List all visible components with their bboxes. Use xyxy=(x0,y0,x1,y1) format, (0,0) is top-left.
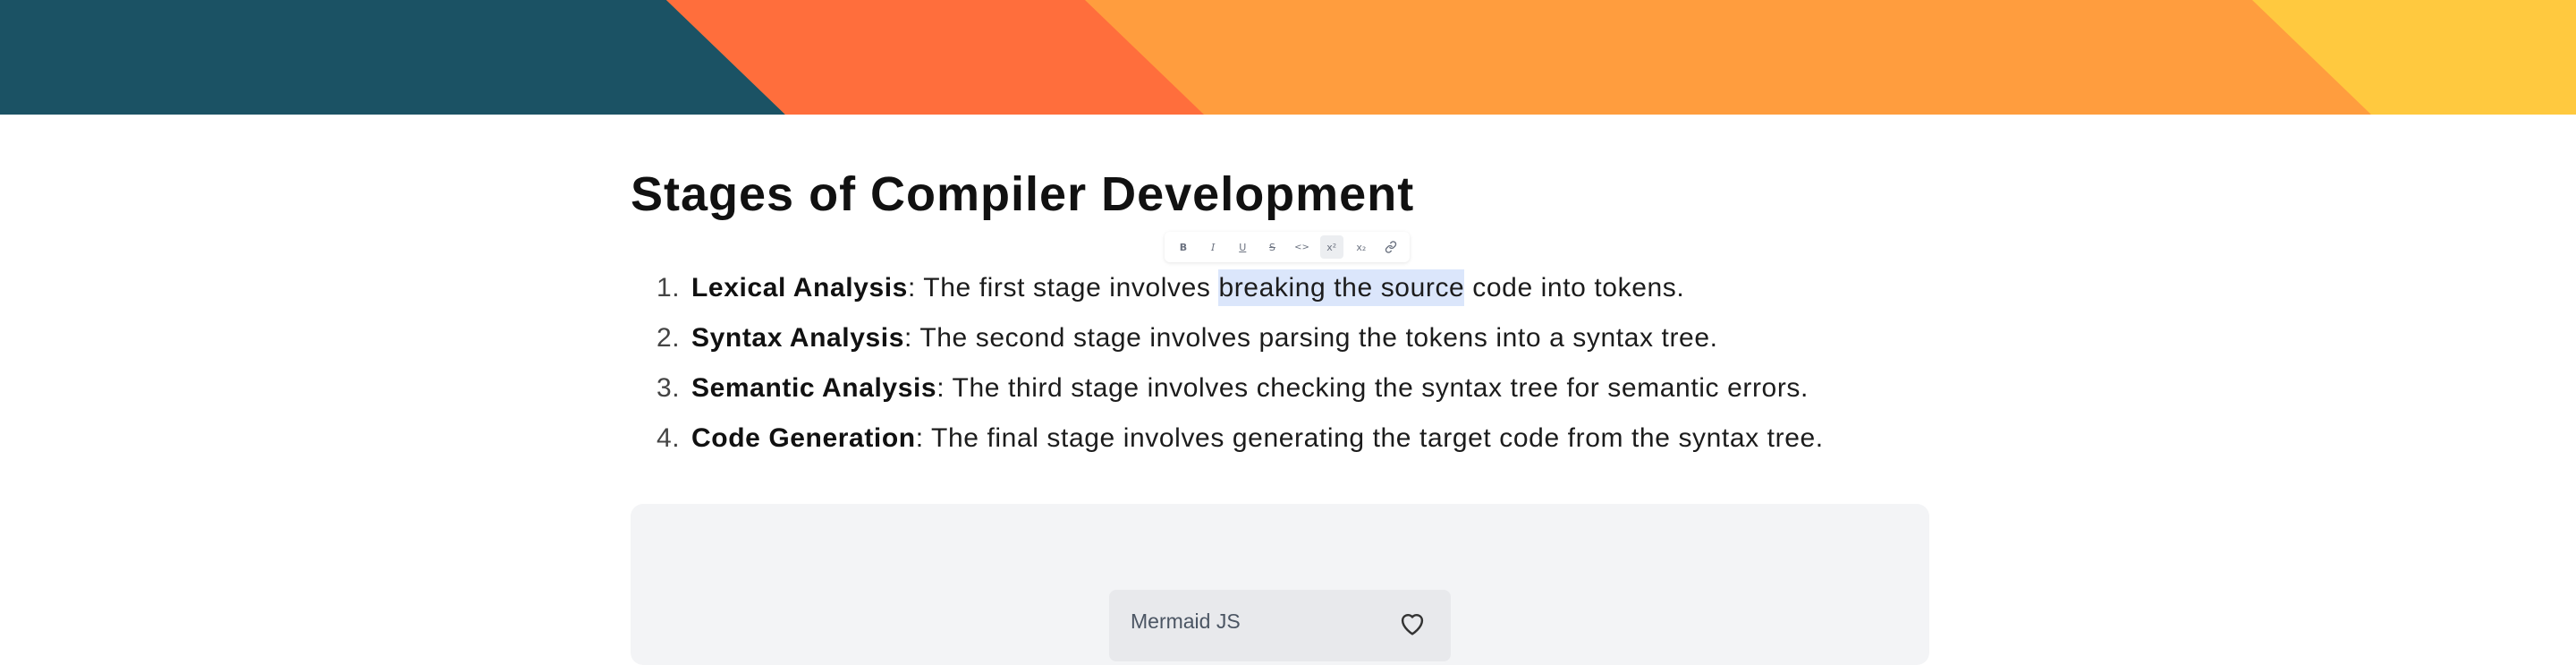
list-item-text[interactable]: Code Generation: The final stage involve… xyxy=(691,415,1824,462)
italic-button[interactable]: I xyxy=(1201,235,1224,259)
subscript-icon: x₂ xyxy=(1356,241,1367,253)
list-item-term: Syntax Analysis xyxy=(691,323,904,353)
code-button[interactable]: <> xyxy=(1291,235,1314,259)
list-item-term: Semantic Analysis xyxy=(691,373,937,403)
list-item-body: : The final stage involves generating th… xyxy=(915,423,1824,453)
diagram-block: Mermaid JS xyxy=(631,504,1929,665)
header-banner xyxy=(0,0,2576,115)
subscript-button[interactable]: x₂ xyxy=(1350,235,1373,259)
banner-graphic xyxy=(0,0,2576,115)
bold-button[interactable]: B xyxy=(1172,235,1195,259)
list-item-term: Code Generation xyxy=(691,423,916,453)
format-toolbar: B I U S <> x² x₂ xyxy=(1165,232,1410,262)
list-item-term: Lexical Analysis xyxy=(691,273,908,303)
page-title[interactable]: Stages of Compiler Development xyxy=(631,166,1414,222)
code-icon: <> xyxy=(1294,242,1309,252)
list-item[interactable]: 2. Syntax Analysis: The second stage inv… xyxy=(631,315,1929,365)
superscript-icon: x² xyxy=(1326,241,1337,253)
selected-text[interactable]: breaking the source xyxy=(1218,269,1465,306)
underline-icon: U xyxy=(1239,241,1247,253)
link-icon xyxy=(1385,241,1397,253)
list-item-text[interactable]: Semantic Analysis: The third stage invol… xyxy=(691,365,1809,412)
italic-icon: I xyxy=(1210,241,1216,253)
stages-list: 1. Lexical Analysis: The first stage inv… xyxy=(631,265,1929,465)
list-item[interactable]: 3. Semantic Analysis: The third stage in… xyxy=(631,365,1929,415)
strikethrough-icon: S xyxy=(1268,241,1275,253)
heart-icon[interactable] xyxy=(1397,610,1428,636)
list-item-text[interactable]: Syntax Analysis: The second stage involv… xyxy=(691,315,1718,362)
bold-icon: B xyxy=(1179,241,1188,253)
strikethrough-button[interactable]: S xyxy=(1260,235,1284,259)
underline-button[interactable]: U xyxy=(1231,235,1254,259)
mermaid-label: Mermaid JS xyxy=(1131,610,1241,633)
list-item[interactable]: 1. Lexical Analysis: The first stage inv… xyxy=(631,265,1929,315)
list-item-body-end: code into tokens. xyxy=(1464,273,1685,303)
list-item-text[interactable]: Lexical Analysis: The first stage involv… xyxy=(691,265,1684,311)
list-item-body: : The third stage involves checking the … xyxy=(936,373,1809,403)
list-item-body: : The first stage involves xyxy=(907,273,1219,303)
mermaid-card[interactable]: Mermaid JS xyxy=(1109,590,1451,661)
link-button[interactable] xyxy=(1379,235,1402,259)
list-item[interactable]: 4. Code Generation: The final stage invo… xyxy=(631,415,1929,465)
superscript-button[interactable]: x² xyxy=(1319,235,1343,259)
list-item-body: : The second stage involves parsing the … xyxy=(904,323,1718,353)
